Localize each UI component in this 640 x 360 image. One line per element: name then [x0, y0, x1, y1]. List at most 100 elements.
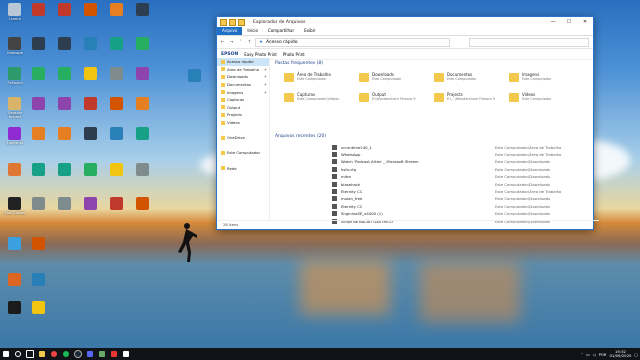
desktop-icon[interactable] [130, 126, 156, 150]
frequent-folder[interactable]: Output E:\Wondershare Filmora 9 [359, 92, 434, 108]
desktop-icon[interactable] [78, 36, 104, 60]
nav-item[interactable]: Rede [217, 164, 269, 172]
desktop-icon[interactable] [104, 126, 130, 150]
search-icon[interactable] [12, 348, 24, 360]
nav-item[interactable]: Imagens ✦ [217, 88, 269, 96]
recent-file-row[interactable]: Eternity CC Este Computador\Área de Traba… [332, 188, 632, 195]
recent-file-row[interactable]: vcruntime140_1 Este Computador\Área de Tr… [332, 144, 632, 150]
desktop-icon[interactable] [26, 162, 52, 186]
nav-item[interactable]: Área de Trabalho ✦ [217, 66, 269, 74]
ribbon-tab[interactable]: Início [242, 27, 263, 35]
recent-file-row[interactable]: Eternity CC Este Computador\Downloads [332, 203, 632, 209]
address-field[interactable]: ★ Acesso rápido [255, 37, 450, 47]
clock[interactable]: 19:32 01/09/2020 [610, 350, 632, 358]
desktop-icon[interactable] [78, 126, 104, 150]
spotify-taskbar-icon[interactable] [60, 348, 72, 360]
frequent-folder[interactable]: Documentos Este Computador [434, 72, 509, 88]
nav-item[interactable]: Acesso rápido [217, 58, 269, 66]
desktop-icon[interactable] [78, 96, 104, 120]
frequent-folder[interactable]: Área de Trabalho Este Computador [284, 72, 359, 88]
desktop-icon[interactable] [104, 36, 130, 60]
desktop-icon[interactable] [26, 300, 52, 324]
desktop-icon[interactable] [2, 236, 28, 260]
frequent-folder[interactable]: Vídeos Este Computador [509, 92, 584, 108]
discord-taskbar-icon[interactable] [84, 348, 96, 360]
maximize-button[interactable]: ☐ [561, 19, 577, 25]
desktop-icon[interactable] [26, 96, 52, 120]
desktop-icon[interactable] [78, 162, 104, 186]
desktop-icon[interactable]: FxSound [2, 66, 28, 90]
desktop-icon[interactable] [52, 2, 78, 26]
notifications-icon[interactable]: ▢ [634, 352, 638, 357]
title-bar[interactable]: Explorador de Arquivos — ☐ ✕ [217, 17, 593, 27]
network-icon[interactable]: ▭ [586, 352, 590, 357]
desktop-icon[interactable] [26, 196, 52, 220]
frequent-folders-header[interactable]: Pastas frequentes (8) [275, 61, 323, 66]
desktop-icon[interactable]: Epic Games [2, 196, 28, 220]
app-taskbar-icon[interactable] [96, 348, 108, 360]
desktop-icon[interactable] [104, 2, 130, 26]
desktop-icon[interactable] [26, 272, 52, 296]
desktop-icon[interactable] [52, 96, 78, 120]
desktop-icon[interactable] [52, 126, 78, 150]
recent-file-row[interactable]: mitm Este Computador\Downloads [332, 174, 632, 180]
recent-file-row[interactable]: blasehack Este Computador\Downloads [332, 181, 632, 187]
recent-file-row[interactable]: Watch 'Podcast Artes' _ Microsoft Stream… [332, 159, 632, 165]
nav-item[interactable]: Vídeos [217, 119, 269, 127]
desktop-icon[interactable]: Lightshot [2, 126, 28, 150]
desktop-icon[interactable] [26, 126, 52, 150]
easy-photo-print-button[interactable]: Easy Photo Print [244, 52, 277, 57]
file-explorer-taskbar-icon[interactable] [36, 348, 48, 360]
frequent-folder[interactable]: Downloads Este Computador [359, 72, 434, 88]
desktop-icon[interactable] [130, 2, 156, 26]
desktop-icon[interactable] [78, 196, 104, 220]
video-app-taskbar-icon[interactable] [108, 348, 120, 360]
desktop-icon[interactable] [26, 2, 52, 26]
app-taskbar-icon[interactable] [120, 348, 132, 360]
desktop-icon[interactable] [2, 272, 28, 296]
desktop-icon[interactable] [26, 36, 52, 60]
recent-file-row[interactable]: ShgininoSE_x4400 (1) Este Computador\Down… [332, 211, 632, 217]
frequent-folder[interactable]: Capturas Este Computador\Vídeos [284, 92, 359, 108]
ribbon-tab[interactable]: Compartilhar [263, 27, 299, 35]
forward-arrow-icon[interactable]: → [228, 40, 235, 45]
desktop-icon[interactable] [26, 236, 52, 260]
up-arrow-icon[interactable]: ↑ [246, 40, 253, 45]
desktop-icon[interactable] [26, 66, 52, 90]
nav-item[interactable]: OneDrive [217, 134, 269, 142]
back-arrow-icon[interactable]: ← [219, 40, 226, 45]
desktop-icon[interactable] [130, 36, 156, 60]
desktop-icon[interactable] [52, 36, 78, 60]
desktop-icon[interactable] [104, 162, 130, 186]
photo-print-button[interactable]: Photo Print [283, 52, 305, 57]
nav-item[interactable]: Projects [217, 111, 269, 119]
desktop-icon[interactable] [130, 66, 156, 90]
desktop-icon[interactable] [78, 2, 104, 26]
desktop-icon[interactable] [104, 96, 130, 120]
nav-item[interactable]: Este Computador [217, 149, 269, 157]
recent-file-row[interactable]: WhatsApp Este Computador\Área de Trabalho [332, 151, 632, 158]
recent-file-row[interactable]: hsfx.cfg Este Computador\Downloads [332, 166, 632, 172]
recent-file-row[interactable]: mulan_free Este Computador\Downloads [332, 196, 632, 202]
desktop-icon[interactable] [2, 162, 28, 186]
desktop-icon[interactable]: Genshin Impact [2, 96, 28, 120]
ribbon-tab[interactable]: Arquivo [217, 27, 243, 35]
minimize-button[interactable]: — [545, 19, 561, 25]
language-indicator[interactable]: POR [599, 352, 607, 357]
desktop-icon[interactable] [182, 68, 208, 92]
desktop-icon[interactable] [104, 66, 130, 90]
desktop-icon[interactable] [2, 300, 28, 324]
close-button[interactable]: ✕ [577, 19, 593, 25]
start-button[interactable] [0, 348, 12, 360]
desktop-icon[interactable] [52, 66, 78, 90]
desktop-icon[interactable] [52, 196, 78, 220]
desktop-icon[interactable] [130, 96, 156, 120]
quick-access-toolbar[interactable] [220, 18, 245, 26]
desktop-icon[interactable] [130, 162, 156, 186]
nav-item[interactable]: Documentos ✦ [217, 81, 269, 89]
desktop-icon[interactable]: Lixeira [2, 2, 28, 26]
desktop-icon[interactable] [104, 196, 130, 220]
recent-files-header[interactable]: Arquivos recentes (20) [275, 134, 326, 139]
task-view-icon[interactable] [24, 348, 36, 360]
desktop-icon[interactable] [130, 196, 156, 220]
